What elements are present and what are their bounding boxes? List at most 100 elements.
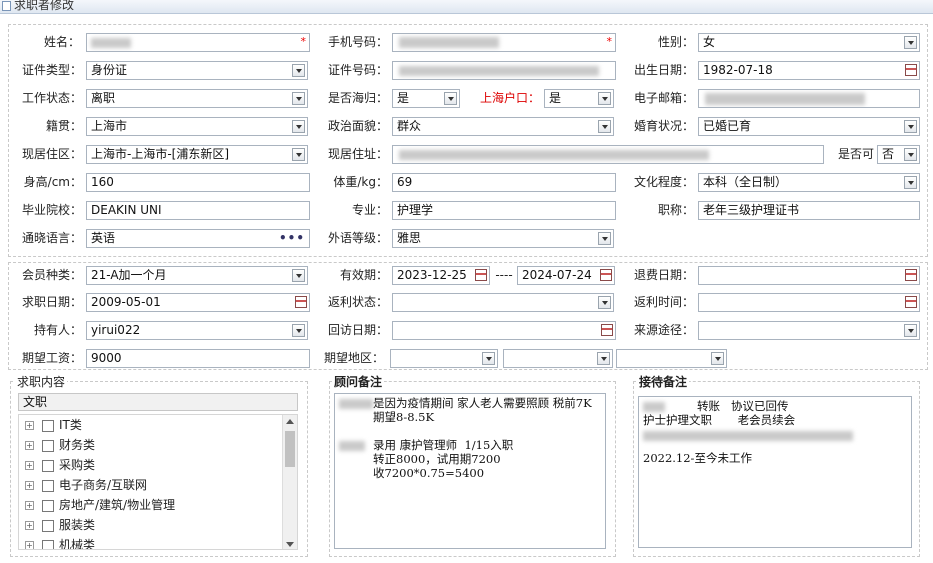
chevron-down-icon: [482, 352, 495, 365]
member-type-select[interactable]: 21-A加一个月: [86, 266, 308, 285]
tree-item-label: 财务类: [59, 438, 96, 452]
valid-from-field[interactable]: 2023-12-25: [392, 266, 490, 285]
native-label: 籍贯：: [45, 119, 82, 133]
chevron-down-icon: [904, 120, 917, 133]
rebate-status-select[interactable]: [392, 293, 614, 312]
returnee-select[interactable]: 是: [392, 89, 460, 108]
tree-scrollbar[interactable]: [282, 415, 297, 549]
refund-date-label: 退费日期：: [633, 268, 694, 282]
marital-select[interactable]: 已婚已育: [698, 117, 920, 136]
valid-to-field[interactable]: 2024-07-24: [517, 266, 615, 285]
more-icon[interactable]: •••: [279, 230, 305, 247]
hukou-select[interactable]: 是: [544, 89, 614, 108]
region-city-select[interactable]: [503, 349, 613, 368]
education-select[interactable]: 本科（全日制）: [698, 173, 920, 192]
tree-item[interactable]: + 房地产/建筑/物业管理: [25, 495, 175, 515]
visit-date-field[interactable]: [392, 321, 616, 340]
refund-date-field[interactable]: [698, 266, 920, 285]
scroll-down-icon[interactable]: [286, 542, 294, 547]
weight-field[interactable]: 69: [392, 173, 616, 192]
holder-label: 持有人：: [33, 323, 82, 337]
gender-select[interactable]: 女: [698, 33, 920, 52]
checkbox[interactable]: [42, 539, 54, 549]
scrollbar-thumb[interactable]: [285, 431, 295, 467]
chevron-down-icon: [904, 176, 917, 189]
residence-area-label: 现居住区：: [21, 147, 82, 161]
tree-item[interactable]: + 电子商务/互联网: [25, 475, 147, 495]
reception-notes-title: 接待备注: [637, 373, 690, 390]
holder-select[interactable]: yirui022: [86, 321, 308, 340]
can-value: 否: [882, 147, 895, 161]
rebate-status-label: 返利状态：: [327, 295, 388, 309]
birth-value: 1982-07-18: [703, 63, 773, 77]
expand-icon[interactable]: +: [25, 541, 34, 549]
region-province-select[interactable]: [390, 349, 498, 368]
checkbox[interactable]: [42, 439, 54, 452]
job-category-tree[interactable]: + IT类 + 财务类 + 采购类 + 电子商务/互联网 + 房地产/建筑/物业管理 + 服…: [18, 414, 298, 550]
gender-value: 女: [703, 35, 716, 49]
tree-item[interactable]: + 服装类: [25, 515, 95, 535]
tree-item[interactable]: + 采购类: [25, 455, 95, 475]
id-no-field[interactable]: [392, 61, 616, 80]
name-field[interactable]: *: [86, 33, 310, 52]
major-label: 专业：: [351, 203, 388, 217]
tree-item[interactable]: + 财务类: [25, 435, 95, 455]
checkbox[interactable]: [42, 519, 54, 532]
phone-field[interactable]: *: [392, 33, 616, 52]
tree-item[interactable]: + 机械类: [25, 535, 95, 549]
holder-value: yirui022: [91, 323, 141, 337]
politics-select[interactable]: 群众: [392, 117, 614, 136]
salary-field[interactable]: 9000: [86, 349, 310, 368]
calendar-icon[interactable]: [475, 269, 487, 281]
checkbox[interactable]: [42, 499, 54, 512]
birth-field[interactable]: 1982-07-18: [698, 61, 920, 80]
calendar-icon[interactable]: [601, 324, 613, 336]
salary-label: 期望工资：: [21, 351, 82, 365]
expand-icon[interactable]: +: [25, 461, 34, 470]
checkbox[interactable]: [42, 459, 54, 472]
reception-notes-textarea[interactable]: 转账 协议已回传 护士护理文职 老会员续会 2022.12-至今未工作: [638, 396, 912, 548]
region-district-select[interactable]: [616, 349, 727, 368]
valid-to-value: 2024-07-24: [522, 268, 592, 282]
calendar-icon[interactable]: [905, 296, 917, 308]
checkbox[interactable]: [42, 479, 54, 492]
calendar-icon[interactable]: [905, 64, 917, 76]
language-field[interactable]: 英语 •••: [86, 229, 310, 248]
calendar-icon[interactable]: [905, 269, 917, 281]
expand-icon[interactable]: +: [25, 441, 34, 450]
can-select[interactable]: 否: [877, 145, 920, 164]
residence-area-select[interactable]: 上海市-上海市-[浦东新区]: [86, 145, 308, 164]
politics-value: 群众: [397, 119, 422, 133]
id-type-select[interactable]: 身份证: [86, 61, 308, 80]
native-select[interactable]: 上海市: [86, 117, 308, 136]
expand-icon[interactable]: +: [25, 481, 34, 490]
job-content-selected[interactable]: 文职: [18, 393, 298, 411]
chevron-down-icon: [598, 232, 611, 245]
lang-level-select[interactable]: 雅思: [392, 229, 614, 248]
title-field[interactable]: 老年三级护理证书: [698, 201, 920, 220]
expand-icon[interactable]: +: [25, 521, 34, 530]
calendar-icon[interactable]: [600, 269, 612, 281]
job-date-field[interactable]: 2009-05-01: [86, 293, 310, 312]
email-field[interactable]: [698, 89, 920, 108]
chevron-down-icon: [598, 120, 611, 133]
calendar-icon[interactable]: [295, 296, 307, 308]
reception-line-1: 转账 协议已回传: [697, 399, 789, 413]
rebate-time-field[interactable]: [698, 293, 920, 312]
height-field[interactable]: 160: [86, 173, 310, 192]
tree-item-label: 电子商务/互联网: [59, 478, 148, 492]
scroll-up-icon[interactable]: [286, 419, 294, 424]
expand-icon[interactable]: +: [25, 421, 34, 430]
checkbox[interactable]: [42, 419, 54, 432]
school-field[interactable]: DEAKIN UNI: [86, 201, 310, 220]
consultant-notes-textarea[interactable]: 是因为疫情期间 家人老人需要照顾 税前7K 期望8-8.5K 录用 康护管理师 …: [334, 393, 606, 549]
hukou-value: 是: [549, 91, 562, 105]
work-status-select[interactable]: 离职: [86, 89, 308, 108]
residence-addr-field[interactable]: [392, 145, 824, 164]
source-select[interactable]: [698, 321, 920, 340]
window-titlebar: 求职者修改: [0, 0, 933, 14]
birth-label: 出生日期：: [633, 63, 694, 77]
tree-item[interactable]: + IT类: [25, 415, 82, 435]
expand-icon[interactable]: +: [25, 501, 34, 510]
major-field[interactable]: 护理学: [392, 201, 616, 220]
